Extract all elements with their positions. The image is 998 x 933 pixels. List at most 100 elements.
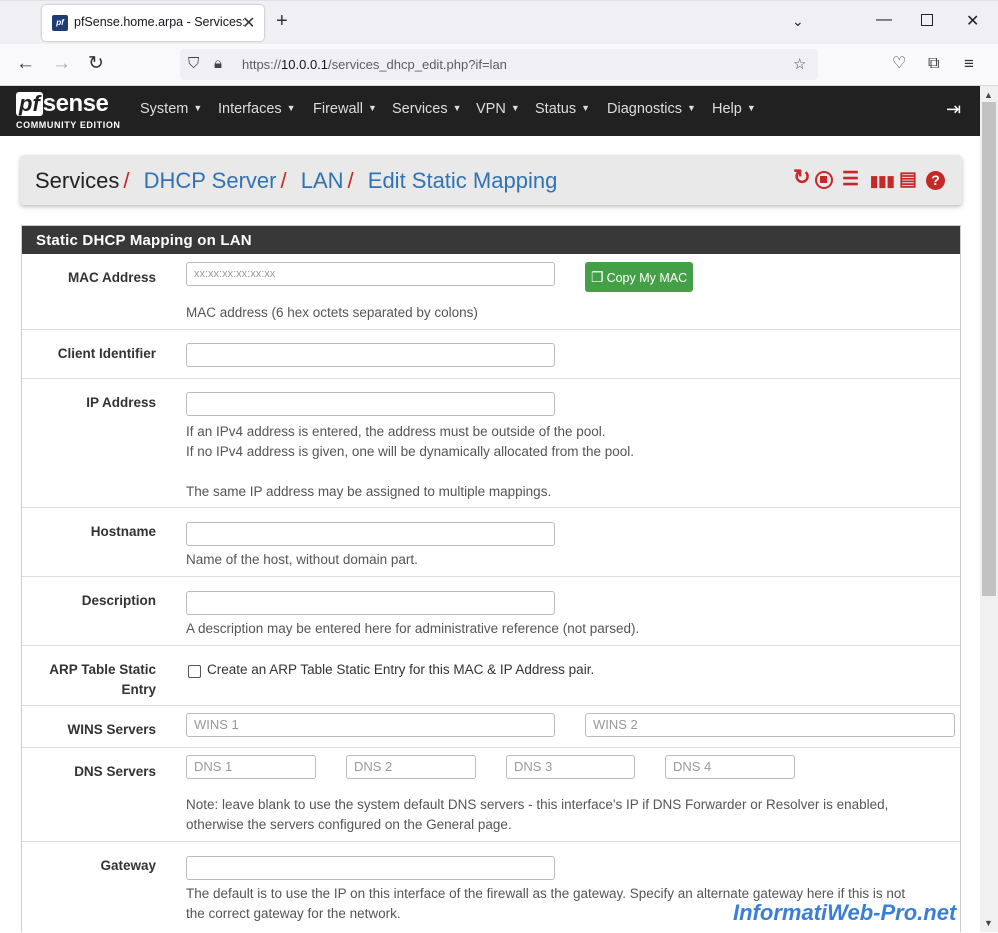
caret-down-icon: ▼ — [510, 103, 520, 113]
wins-row: WINS Servers WINS 1 WINS 2 — [22, 705, 960, 747]
logo-sense: sense — [42, 90, 109, 117]
ip-address-label: IP Address — [86, 395, 156, 410]
breadcrumb-separator: / — [280, 168, 287, 193]
reload-icon[interactable]: ↻ — [88, 54, 104, 74]
pfsense-logo[interactable]: pf sense COMMUNITY EDITION — [16, 90, 120, 130]
breadcrumb-lan[interactable]: LAN — [301, 168, 344, 193]
client-identifier-row: Client Identifier — [22, 329, 960, 378]
wins-label: WINS Servers — [67, 722, 156, 737]
settings-sliders-icon[interactable]: ☰ — [842, 170, 859, 190]
hostname-help: Name of the host, without domain part. — [186, 552, 418, 567]
arp-row: ARP Table Static Entry Create an ARP Tab… — [22, 645, 960, 705]
restart-service-icon[interactable]: ↻ — [793, 167, 811, 188]
address-bar[interactable]: ⛉ 🔒︎ https://10.0.0.1/services_dhcp_edit… — [180, 49, 818, 80]
description-row: Description A description may be entered… — [22, 576, 960, 645]
wins-1-input[interactable]: WINS 1 — [186, 713, 555, 737]
description-input[interactable] — [186, 591, 555, 615]
logout-icon[interactable]: ⇥ — [946, 99, 961, 120]
menu-diagnostics[interactable]: Diagnostics ▼ — [607, 101, 696, 117]
client-identifier-label: Client Identifier — [57, 346, 156, 361]
hostname-input[interactable] — [186, 522, 555, 546]
description-label: Description — [81, 593, 156, 608]
dns-help-1: Note: leave blank to use the system defa… — [186, 797, 889, 812]
tab-title: pfSense.home.arpa - Services: D — [74, 15, 244, 29]
back-icon[interactable]: ← — [16, 54, 35, 74]
caret-down-icon: ▼ — [367, 103, 377, 113]
menu-firewall[interactable]: Firewall ▼ — [313, 101, 377, 117]
mac-help: MAC address (6 hex octets separated by c… — [186, 305, 478, 320]
breadcrumb-edit-static-mapping[interactable]: Edit Static Mapping — [368, 168, 558, 193]
bookmark-star-icon[interactable]: ☆ — [793, 55, 806, 73]
gateway-help-2: the correct gateway for the network. — [186, 906, 401, 921]
browser-tab[interactable]: pf pfSense.home.arpa - Services: D ✕ — [42, 5, 264, 41]
menu-status[interactable]: Status ▼ — [535, 101, 590, 117]
scroll-up-icon[interactable]: ▲ — [984, 90, 993, 100]
menu-icon[interactable]: ≡ — [964, 54, 974, 74]
scroll-down-icon[interactable]: ▼ — [984, 918, 993, 928]
lock-icon[interactable]: 🔒︎ — [214, 55, 222, 72]
dns-1-input[interactable]: DNS 1 — [186, 755, 316, 779]
scrollbar-thumb[interactable] — [982, 102, 996, 596]
hostname-row: Hostname Name of the host, without domai… — [22, 507, 960, 576]
breadcrumb-separator: / — [123, 168, 130, 193]
static-mapping-panel: Static DHCP Mapping on LAN MAC Address x… — [21, 225, 961, 932]
caret-down-icon: ▼ — [193, 103, 203, 113]
hostname-label: Hostname — [90, 524, 156, 539]
shield-icon[interactable]: ⛉ — [188, 55, 199, 72]
pfsense-favicon-icon: pf — [52, 15, 68, 31]
page-scrollbar[interactable]: ▲ ▼ — [980, 86, 998, 932]
forward-icon[interactable]: → — [52, 54, 71, 74]
new-tab-icon[interactable]: + — [276, 10, 288, 33]
pocket-icon[interactable]: ♡ — [892, 54, 906, 74]
arp-label-2: Entry — [121, 682, 156, 697]
stop-service-icon[interactable] — [815, 171, 833, 189]
status-graph-icon[interactable]: ▮▮▮ — [870, 172, 895, 192]
ip-help-1: If an IPv4 address is entered, the addre… — [186, 424, 606, 439]
maximize-icon[interactable] — [921, 14, 933, 26]
ip-help-3: The same IP address may be assigned to m… — [186, 484, 552, 499]
menu-interfaces[interactable]: Interfaces ▼ — [218, 101, 296, 117]
breadcrumb-dhcp-server[interactable]: DHCP Server — [144, 168, 277, 193]
wins-2-input[interactable]: WINS 2 — [585, 713, 955, 737]
browser-tab-bar: pf pfSense.home.arpa - Services: D ✕ + ⌄… — [0, 0, 998, 44]
minimize-icon[interactable]: — — [876, 11, 892, 29]
caret-down-icon: ▼ — [686, 103, 696, 113]
dns-2-input[interactable]: DNS 2 — [346, 755, 476, 779]
breadcrumb-root: Services — [35, 168, 120, 193]
dns-label: DNS Servers — [74, 764, 156, 779]
panel-title: Static DHCP Mapping on LAN — [22, 226, 960, 254]
close-window-icon[interactable]: ✕ — [966, 11, 979, 31]
ip-address-input[interactable] — [186, 392, 555, 416]
url-text[interactable]: https://10.0.0.1/services_dhcp_edit.php?… — [242, 57, 507, 72]
menu-services[interactable]: Services ▼ — [392, 101, 462, 117]
mac-row: MAC Address xx:xx:xx:xx:xx:xx ❐ Copy My M… — [22, 254, 960, 330]
breadcrumb: Services / DHCP Server / LAN / Edit Static … — [20, 155, 962, 205]
menu-help[interactable]: Help ▼ — [712, 101, 756, 117]
copy-my-mac-button[interactable]: ❐ Copy My MAC — [585, 262, 693, 292]
ip-help-2: If no IPv4 address is given, one will be… — [186, 444, 634, 459]
help-icon[interactable]: ? — [926, 171, 945, 190]
arp-checkbox-label[interactable]: Create an ARP Table Static Entry for thi… — [207, 660, 594, 680]
close-tab-icon[interactable]: ✕ — [242, 13, 255, 33]
watermark: InformatiWeb-Pro.net — [733, 900, 957, 925]
menu-vpn[interactable]: VPN ▼ — [476, 101, 520, 117]
dns-4-input[interactable]: DNS 4 — [665, 755, 795, 779]
extensions-icon[interactable]: ⧉ — [928, 54, 939, 74]
pfsense-navbar: pf sense COMMUNITY EDITION System ▼ Interf… — [0, 86, 980, 136]
tab-list-chevron-icon[interactable]: ⌄ — [792, 13, 804, 30]
gateway-input[interactable] — [186, 856, 555, 880]
ip-address-row: IP Address If an IPv4 address is entered… — [22, 378, 960, 507]
copy-icon: ❐ — [591, 269, 604, 285]
arp-static-checkbox[interactable] — [188, 665, 201, 678]
mac-input[interactable]: xx:xx:xx:xx:xx:xx — [186, 262, 555, 286]
mac-label: MAC Address — [67, 270, 156, 285]
dns-help-2: otherwise the servers configured on the … — [186, 817, 512, 832]
client-identifier-input[interactable] — [186, 343, 555, 367]
dns-3-input[interactable]: DNS 3 — [506, 755, 635, 779]
gateway-label: Gateway — [100, 858, 156, 873]
caret-down-icon: ▼ — [286, 103, 296, 113]
log-list-icon[interactable]: ▤ — [899, 170, 917, 190]
logo-edition: COMMUNITY EDITION — [16, 120, 121, 130]
caret-down-icon: ▼ — [581, 103, 591, 113]
menu-system[interactable]: System ▼ — [140, 101, 202, 117]
